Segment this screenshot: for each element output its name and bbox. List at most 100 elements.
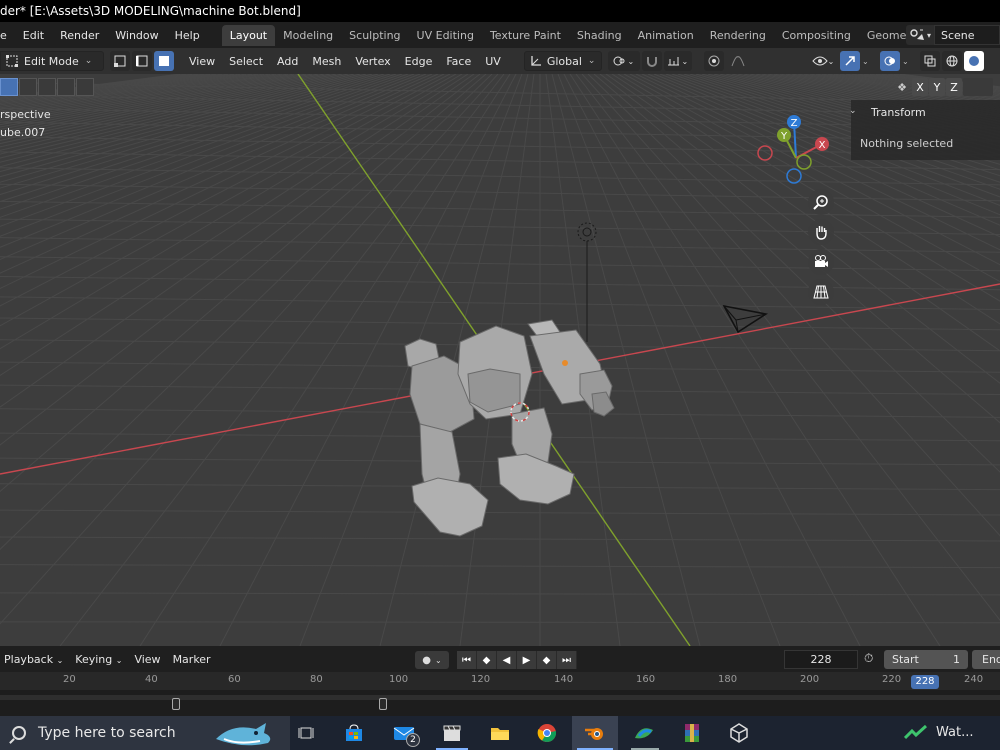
- tab-modeling[interactable]: Modeling: [275, 25, 341, 46]
- menu-keying[interactable]: Keying ⌄: [69, 653, 128, 666]
- current-frame-field[interactable]: 228: [784, 650, 858, 669]
- chrome-icon[interactable]: [535, 722, 559, 744]
- start-frame-field[interactable]: Start 1: [884, 650, 968, 669]
- robot-mesh[interactable]: [0, 74, 1000, 646]
- panel-title[interactable]: Transform: [871, 106, 926, 119]
- menu-select[interactable]: Select: [222, 55, 270, 68]
- menu-mesh[interactable]: Mesh: [305, 55, 348, 68]
- scene-selector[interactable]: ▾ Scene: [906, 25, 1000, 45]
- taskbar-search[interactable]: Type here to search: [0, 716, 290, 750]
- gizmo-neg-y-axis[interactable]: [796, 154, 812, 170]
- menu-render[interactable]: Render: [52, 29, 107, 42]
- menu-playback[interactable]: Playback ⌄: [0, 653, 69, 666]
- mode-dropdown[interactable]: Edit Mode ⌄: [0, 51, 104, 71]
- menu-add[interactable]: Add: [270, 55, 305, 68]
- options-button[interactable]: [963, 78, 993, 96]
- stopwatch-icon[interactable]: ⏱: [864, 651, 873, 666]
- folder-icon[interactable]: [488, 722, 512, 744]
- auto-keying-button[interactable]: ● ⌄: [415, 651, 449, 669]
- axis-x-toggle[interactable]: X: [912, 78, 928, 96]
- timeline-scrollbar[interactable]: [0, 695, 1000, 700]
- tab-layout[interactable]: Layout: [221, 24, 276, 46]
- axis-z-toggle[interactable]: Z: [946, 78, 962, 96]
- task-view-icon[interactable]: [294, 722, 318, 744]
- navigation-gizmo[interactable]: Z X Y: [752, 112, 842, 202]
- playhead-marker[interactable]: 228: [911, 675, 939, 689]
- mail-icon[interactable]: 2: [392, 722, 420, 747]
- play-reverse-button[interactable]: ◀: [497, 651, 517, 669]
- grid-perspective-icon: [813, 285, 829, 299]
- photos-icon[interactable]: [632, 722, 656, 744]
- axis-y-toggle[interactable]: Y: [929, 78, 945, 96]
- pivot-point-button[interactable]: ⌄: [607, 51, 640, 71]
- chevron-down-icon[interactable]: ⌄: [902, 51, 914, 71]
- menu-edit[interactable]: Edit: [15, 29, 52, 42]
- ruler-tick: 100: [389, 674, 409, 685]
- select-extend-button[interactable]: [19, 78, 37, 96]
- menu-face[interactable]: Face: [439, 55, 478, 68]
- winrar-icon[interactable]: [680, 722, 704, 744]
- xray-toggle-button[interactable]: [920, 51, 940, 71]
- zoom-button[interactable]: [808, 189, 834, 215]
- select-invert-button[interactable]: [57, 78, 75, 96]
- edge-select-button[interactable]: [132, 51, 152, 71]
- chevron-down-icon[interactable]: ⌄: [862, 51, 874, 71]
- pan-button[interactable]: [808, 219, 834, 245]
- gizmo-neg-z-axis[interactable]: [786, 168, 802, 184]
- clapper-icon[interactable]: [440, 722, 464, 744]
- chevron-down-icon[interactable]: ⌄: [849, 106, 857, 116]
- ruler-tick: 220: [882, 674, 902, 685]
- falloff-button[interactable]: [726, 51, 750, 71]
- camera-view-button[interactable]: [808, 249, 834, 275]
- unity-icon[interactable]: [727, 722, 751, 744]
- menu-view[interactable]: View: [182, 55, 222, 68]
- snap-options-button[interactable]: ⌄: [663, 51, 692, 71]
- overlays-toggle-button[interactable]: [880, 51, 900, 71]
- weather-widget[interactable]: Wat...: [904, 724, 973, 740]
- scene-name-field[interactable]: Scene: [934, 25, 1000, 45]
- scrollbar-handle-left[interactable]: [172, 698, 180, 710]
- visibility-button[interactable]: ⌄: [808, 51, 838, 71]
- end-frame-field[interactable]: End: [972, 650, 1000, 669]
- blender-icon[interactable]: [583, 722, 607, 744]
- chevron-down-icon: ⌄: [435, 655, 442, 665]
- jump-start-button[interactable]: ⏮: [457, 651, 477, 669]
- menu-vertex[interactable]: Vertex: [348, 55, 397, 68]
- tab-shading[interactable]: Shading: [569, 25, 630, 46]
- menu-marker[interactable]: Marker: [167, 653, 217, 666]
- tab-compositing[interactable]: Compositing: [774, 25, 859, 46]
- menu-timeline-view[interactable]: View: [128, 653, 166, 666]
- tab-animation[interactable]: Animation: [630, 25, 702, 46]
- face-select-button[interactable]: [154, 51, 174, 71]
- timeline-area[interactable]: [0, 690, 1000, 716]
- proportional-edit-button[interactable]: [703, 51, 724, 71]
- perspective-toggle-button[interactable]: [808, 279, 834, 305]
- tab-texture-paint[interactable]: Texture Paint: [482, 25, 569, 46]
- solid-shading-button[interactable]: [964, 51, 984, 71]
- play-button[interactable]: ▶: [517, 651, 537, 669]
- menu-window[interactable]: Window: [107, 29, 166, 42]
- tab-sculpting[interactable]: Sculpting: [341, 25, 408, 46]
- prev-keyframe-button[interactable]: ◆: [477, 651, 497, 669]
- tab-rendering[interactable]: Rendering: [702, 25, 774, 46]
- select-new-button[interactable]: [0, 78, 18, 96]
- tab-uv-editing[interactable]: UV Editing: [409, 25, 482, 46]
- menu-file[interactable]: e: [0, 29, 15, 42]
- gizmo-neg-x-axis[interactable]: [757, 145, 773, 161]
- timeline-ruler[interactable]: 20 40 60 80 100 120 140 160 180 200 220 …: [0, 672, 1000, 690]
- jump-end-button[interactable]: ⏭: [557, 651, 577, 669]
- gizmo-toggle-button[interactable]: [840, 51, 860, 71]
- 3d-viewport[interactable]: rspective ube.007 Z X Y: [0, 74, 1000, 646]
- select-subtract-button[interactable]: [38, 78, 56, 96]
- menu-uv[interactable]: UV: [478, 55, 508, 68]
- select-intersect-button[interactable]: [76, 78, 94, 96]
- store-icon[interactable]: [342, 722, 366, 744]
- menu-edge[interactable]: Edge: [398, 55, 440, 68]
- wireframe-shading-button[interactable]: [942, 51, 962, 71]
- vertex-select-button[interactable]: [110, 51, 130, 71]
- orientation-dropdown[interactable]: Global ⌄: [523, 51, 602, 71]
- scrollbar-handle-right[interactable]: [379, 698, 387, 710]
- snap-toggle-button[interactable]: [641, 51, 662, 71]
- menu-help[interactable]: Help: [167, 29, 208, 42]
- next-keyframe-button[interactable]: ◆: [537, 651, 557, 669]
